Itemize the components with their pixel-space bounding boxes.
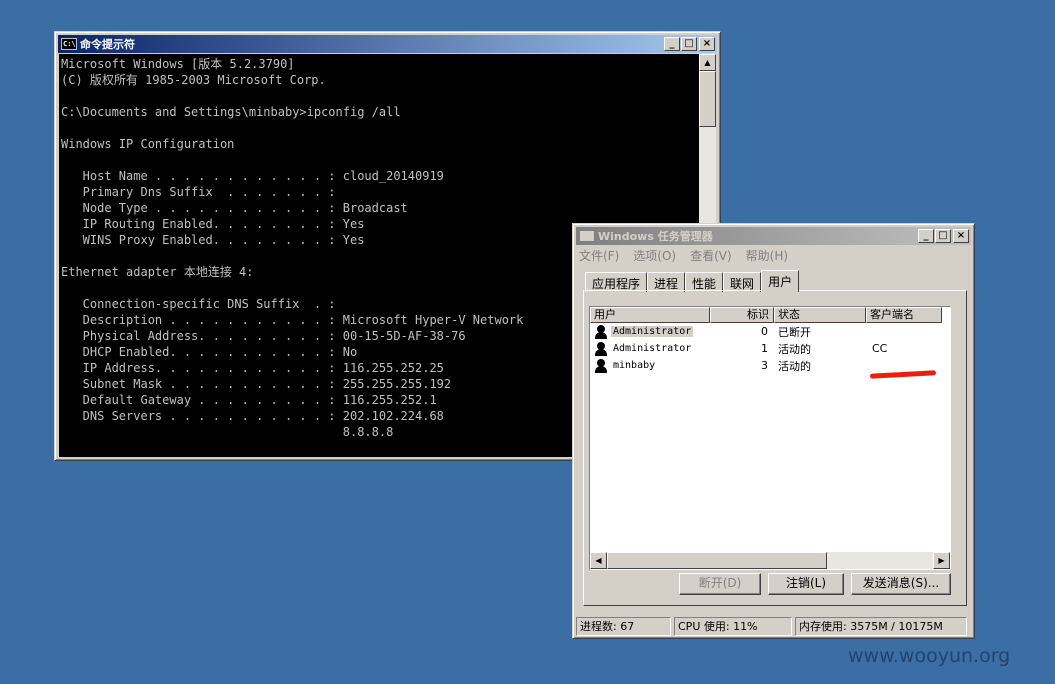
console-line: Primary Dns Suffix . . . . . . . : [61,185,336,199]
menu-help[interactable]: 帮助(H) [746,247,788,264]
task-manager-window[interactable]: Windows 任务管理器 _ □ × 文件(F) 选项(O) 查看(V) 帮助… [572,223,975,639]
table-row[interactable]: Administrator 0 已断开 [590,323,950,340]
row-status: 活动的 [778,359,811,373]
cmd-app-icon: C:\ [61,38,77,50]
console-line: Node Type . . . . . . . . . . . . : Broa… [61,201,408,215]
scroll-right-icon[interactable]: ▶ [933,552,950,569]
user-icon [594,341,608,356]
minimize-button[interactable]: _ [918,229,934,243]
console-line: Host Name . . . . . . . . . . . . : clou… [61,169,444,183]
row-id: 1 [761,342,768,355]
minimize-button[interactable]: _ [664,37,680,51]
column-client-name[interactable]: 客户端名 [866,307,942,323]
row-status: 已断开 [778,325,811,339]
cmd-title: 命令提示符 [80,38,135,51]
tab-networking[interactable]: 联网 [723,272,762,292]
scroll-thumb[interactable] [699,71,716,127]
scroll-left-icon[interactable]: ◀ [590,552,607,569]
logoff-button[interactable]: 注销(L) [768,573,844,595]
column-status[interactable]: 状态 [774,307,866,323]
disconnect-button[interactable]: 断开(D) [679,573,761,595]
status-memory: 内存使用: 3575M / 10175M [795,617,967,636]
scroll-thumb[interactable] [607,552,827,569]
status-cpu: CPU 使用: 11% [674,617,792,636]
close-button[interactable]: × [953,229,969,243]
send-message-button[interactable]: 发送消息(S)... [851,573,951,595]
console-line: (C) 版权所有 1985-2003 Microsoft Corp. [61,73,326,87]
row-user: minbaby [613,360,656,371]
maximize-button[interactable]: □ [681,37,697,51]
console-line: Windows IP Configuration [61,137,235,151]
table-row[interactable]: Administrator 1 活动的 CC [590,340,950,357]
users-horizontal-scrollbar[interactable]: ◀ ▶ [590,552,950,569]
row-user: Administrator [611,326,694,337]
tab-performance[interactable]: 性能 [685,272,724,292]
users-list[interactable]: 用户 标识 状态 客户端名 Administrator 0 已断开 Admini… [589,306,951,570]
tm-title: Windows 任务管理器 [598,230,713,243]
menu-options[interactable]: 选项(O) [633,247,676,264]
task-manager-icon [579,230,595,242]
column-user[interactable]: 用户 [590,307,710,323]
row-user: Administrator [613,343,692,354]
tm-titlebar[interactable]: Windows 任务管理器 _ □ × [576,227,971,245]
status-bar: 进程数: 67 CPU 使用: 11% 内存使用: 3575M / 10175M [576,617,971,636]
maximize-button[interactable]: □ [935,229,951,243]
column-id[interactable]: 标识 [710,307,774,323]
tab-processes[interactable]: 进程 [647,272,686,292]
close-button[interactable]: × [699,37,715,51]
menu-bar: 文件(F) 选项(O) 查看(V) 帮助(H) [579,247,788,264]
menu-file[interactable]: 文件(F) [579,247,619,264]
cmd-titlebar[interactable]: C:\ 命令提示符 _ □ × [58,35,717,53]
console-line: C:\Documents and Settings\minbaby>ipconf… [61,105,401,119]
table-row[interactable]: minbaby 3 活动的 [590,357,950,379]
console-line: Microsoft Windows [版本 5.2.3790] [61,57,295,71]
menu-view[interactable]: 查看(V) [690,247,732,264]
watermark: www.wooyun.org [848,645,1011,667]
row-id: 3 [761,359,768,372]
tab-users[interactable]: 用户 [761,270,800,292]
status-processes: 进程数: 67 [576,617,671,636]
scroll-up-icon[interactable]: ▲ [699,54,716,71]
redaction-scribble [869,369,937,379]
row-status: 活动的 [778,342,811,356]
user-icon [594,358,608,373]
tab-strip: 应用程序 进程 性能 联网 用户 [585,270,800,292]
row-id: 0 [761,325,768,338]
user-icon [594,324,608,339]
row-client: CC [872,342,888,355]
tab-applications[interactable]: 应用程序 [585,272,648,292]
